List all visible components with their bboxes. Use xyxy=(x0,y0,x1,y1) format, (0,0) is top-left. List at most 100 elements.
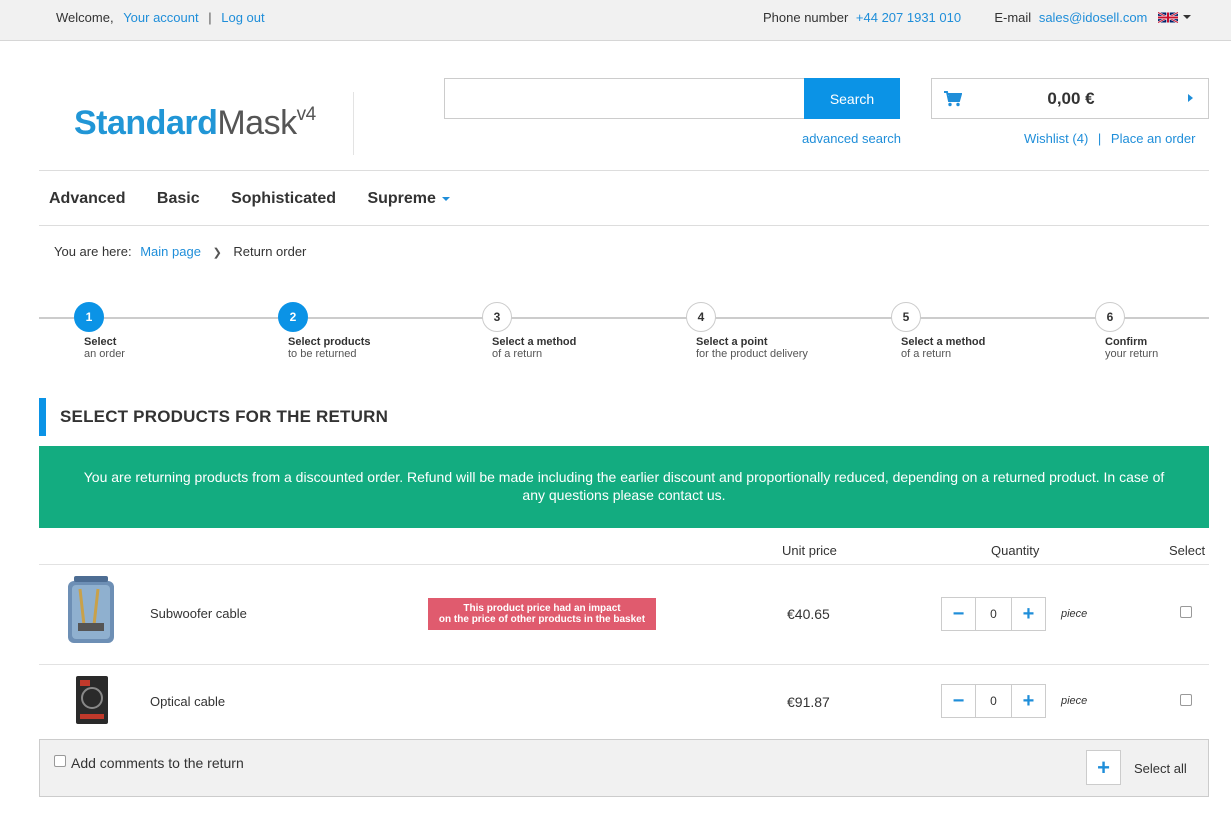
logo[interactable]: StandardMaskv4 xyxy=(74,104,316,143)
logout-link[interactable]: Log out xyxy=(221,10,264,25)
welcome-text: Welcome, xyxy=(56,10,114,25)
email-link[interactable]: sales@idosell.com xyxy=(1039,10,1148,25)
basket-links: Wishlist (4) | Place an order xyxy=(1024,131,1195,146)
add-comments-checkbox[interactable] xyxy=(54,755,66,767)
step-6: 6 Confirm your return xyxy=(1095,302,1158,360)
uk-flag-icon[interactable] xyxy=(1158,11,1178,24)
unit-price: €40.65 xyxy=(787,606,830,622)
logo-version: v4 xyxy=(296,103,317,125)
email-label: E-mail xyxy=(994,10,1032,25)
top-bar: Welcome, Your account | Log out Phone nu… xyxy=(0,0,1231,41)
advanced-search-link[interactable]: advanced search xyxy=(802,131,901,146)
nav-item-sophisticated[interactable]: Sophisticated xyxy=(231,190,336,208)
badge-line: on the price of other products in the ba… xyxy=(438,614,646,625)
select-all-button[interactable]: + xyxy=(1086,750,1121,785)
nav-item-label: Supreme xyxy=(367,190,436,207)
step-title: Select a method xyxy=(492,336,577,348)
step-5: 5 Select a method of a return xyxy=(891,302,985,360)
progress-line xyxy=(39,317,1209,319)
quantity-stepper: − 0 + xyxy=(941,684,1046,718)
step-3: 3 Select a method of a return xyxy=(482,302,576,360)
step-subtitle: to be returned xyxy=(288,348,357,360)
basket-summary[interactable]: 0,00 € xyxy=(931,78,1209,119)
product-image[interactable] xyxy=(64,575,118,647)
select-all-label[interactable]: Select all xyxy=(1134,761,1187,776)
account-links: Welcome, Your account | Log out xyxy=(56,10,265,25)
nav-item-advanced[interactable]: Advanced xyxy=(49,190,125,208)
increase-quantity-button[interactable]: + xyxy=(1011,598,1045,630)
unit-price: €91.87 xyxy=(787,694,830,710)
step-number: 4 xyxy=(686,302,716,332)
step-subtitle: your return xyxy=(1105,348,1159,360)
quantity-stepper: − 0 + xyxy=(941,597,1046,631)
step-title: Select a point xyxy=(696,336,768,348)
price-impact-badge: This product price had an impact on the … xyxy=(428,598,656,630)
decrease-quantity-button[interactable]: − xyxy=(942,598,976,630)
product-name[interactable]: Optical cable xyxy=(150,694,225,709)
add-comments-label[interactable]: Add comments to the return xyxy=(71,755,244,771)
chevron-down-icon xyxy=(441,196,450,201)
decrease-quantity-button[interactable]: − xyxy=(942,685,976,717)
step-number: 3 xyxy=(482,302,512,332)
basket-total: 0,00 € xyxy=(1047,89,1095,108)
chevron-right-icon xyxy=(1188,94,1193,102)
step-2: 2 Select products to be returned xyxy=(278,302,371,360)
divider xyxy=(39,564,1209,565)
step-subtitle: of a return xyxy=(492,348,543,360)
column-header-unit-price: Unit price xyxy=(782,543,837,558)
separator: | xyxy=(208,10,212,25)
quantity-value[interactable]: 0 xyxy=(976,685,1011,717)
section-title: SELECT PRODUCTS FOR THE RETURN xyxy=(39,398,388,436)
main-nav: Advanced Basic Sophisticated Supreme xyxy=(49,190,477,208)
logo-part1: Standard xyxy=(74,104,218,142)
step-number: 6 xyxy=(1095,302,1125,332)
logo-divider xyxy=(353,92,354,155)
column-header-select: Select xyxy=(1169,543,1206,558)
chevron-down-icon[interactable] xyxy=(1183,15,1191,19)
badge-line: This product price had an impact xyxy=(463,603,621,614)
step-title: Select xyxy=(84,336,117,348)
your-account-link[interactable]: Your account xyxy=(123,10,198,25)
breadcrumb-prefix: You are here: xyxy=(54,244,132,259)
breadcrumb-home-link[interactable]: Main page xyxy=(140,244,201,259)
logo-part2: Mask xyxy=(217,104,297,142)
step-number: 2 xyxy=(278,302,308,332)
nav-item-supreme[interactable]: Supreme xyxy=(367,190,450,208)
divider xyxy=(39,664,1209,665)
breadcrumb-current: Return order xyxy=(233,244,307,259)
increase-quantity-button[interactable]: + xyxy=(1011,685,1045,717)
column-header-quantity: Quantity xyxy=(991,543,1040,558)
wishlist-link[interactable]: Wishlist (4) xyxy=(1024,131,1088,146)
quantity-value[interactable]: 0 xyxy=(976,598,1011,630)
discount-notice: You are returning products from a discou… xyxy=(39,446,1209,528)
select-product-checkbox[interactable] xyxy=(1180,694,1192,706)
step-subtitle: for the product delivery xyxy=(696,348,808,360)
breadcrumb: You are here: Main page ❯ Return order xyxy=(54,244,306,259)
step-subtitle: of a return xyxy=(901,348,952,360)
step-subtitle: an order xyxy=(84,348,125,360)
nav-item-basic[interactable]: Basic xyxy=(157,190,200,208)
quantity-unit: piece xyxy=(1061,695,1088,707)
product-name[interactable]: Subwoofer cable xyxy=(150,606,247,621)
step-title: Confirm xyxy=(1105,336,1148,348)
quantity-unit: piece xyxy=(1061,608,1088,620)
phone-link[interactable]: +44 207 1931 010 xyxy=(856,10,961,25)
contact-info: Phone number +44 207 1931 010 E-mail sal… xyxy=(763,10,1147,25)
divider xyxy=(39,225,1209,226)
divider xyxy=(39,170,1209,171)
search-button[interactable]: Search xyxy=(804,78,900,119)
place-order-link[interactable]: Place an order xyxy=(1111,131,1196,146)
product-image[interactable] xyxy=(74,674,110,726)
step-number: 1 xyxy=(74,302,104,332)
select-product-checkbox[interactable] xyxy=(1180,606,1192,618)
separator: | xyxy=(1097,131,1102,146)
step-1: 1 Select an order xyxy=(74,302,125,360)
step-4: 4 Select a point for the product delivery xyxy=(686,302,808,360)
search-input[interactable] xyxy=(444,78,805,119)
return-actions-bar: Add comments to the return + Select all xyxy=(39,739,1209,797)
chevron-right-icon: ❯ xyxy=(212,247,222,259)
step-number: 5 xyxy=(891,302,921,332)
step-title: Select products xyxy=(288,336,371,348)
phone-label: Phone number xyxy=(763,10,849,25)
step-title: Select a method xyxy=(901,336,986,348)
